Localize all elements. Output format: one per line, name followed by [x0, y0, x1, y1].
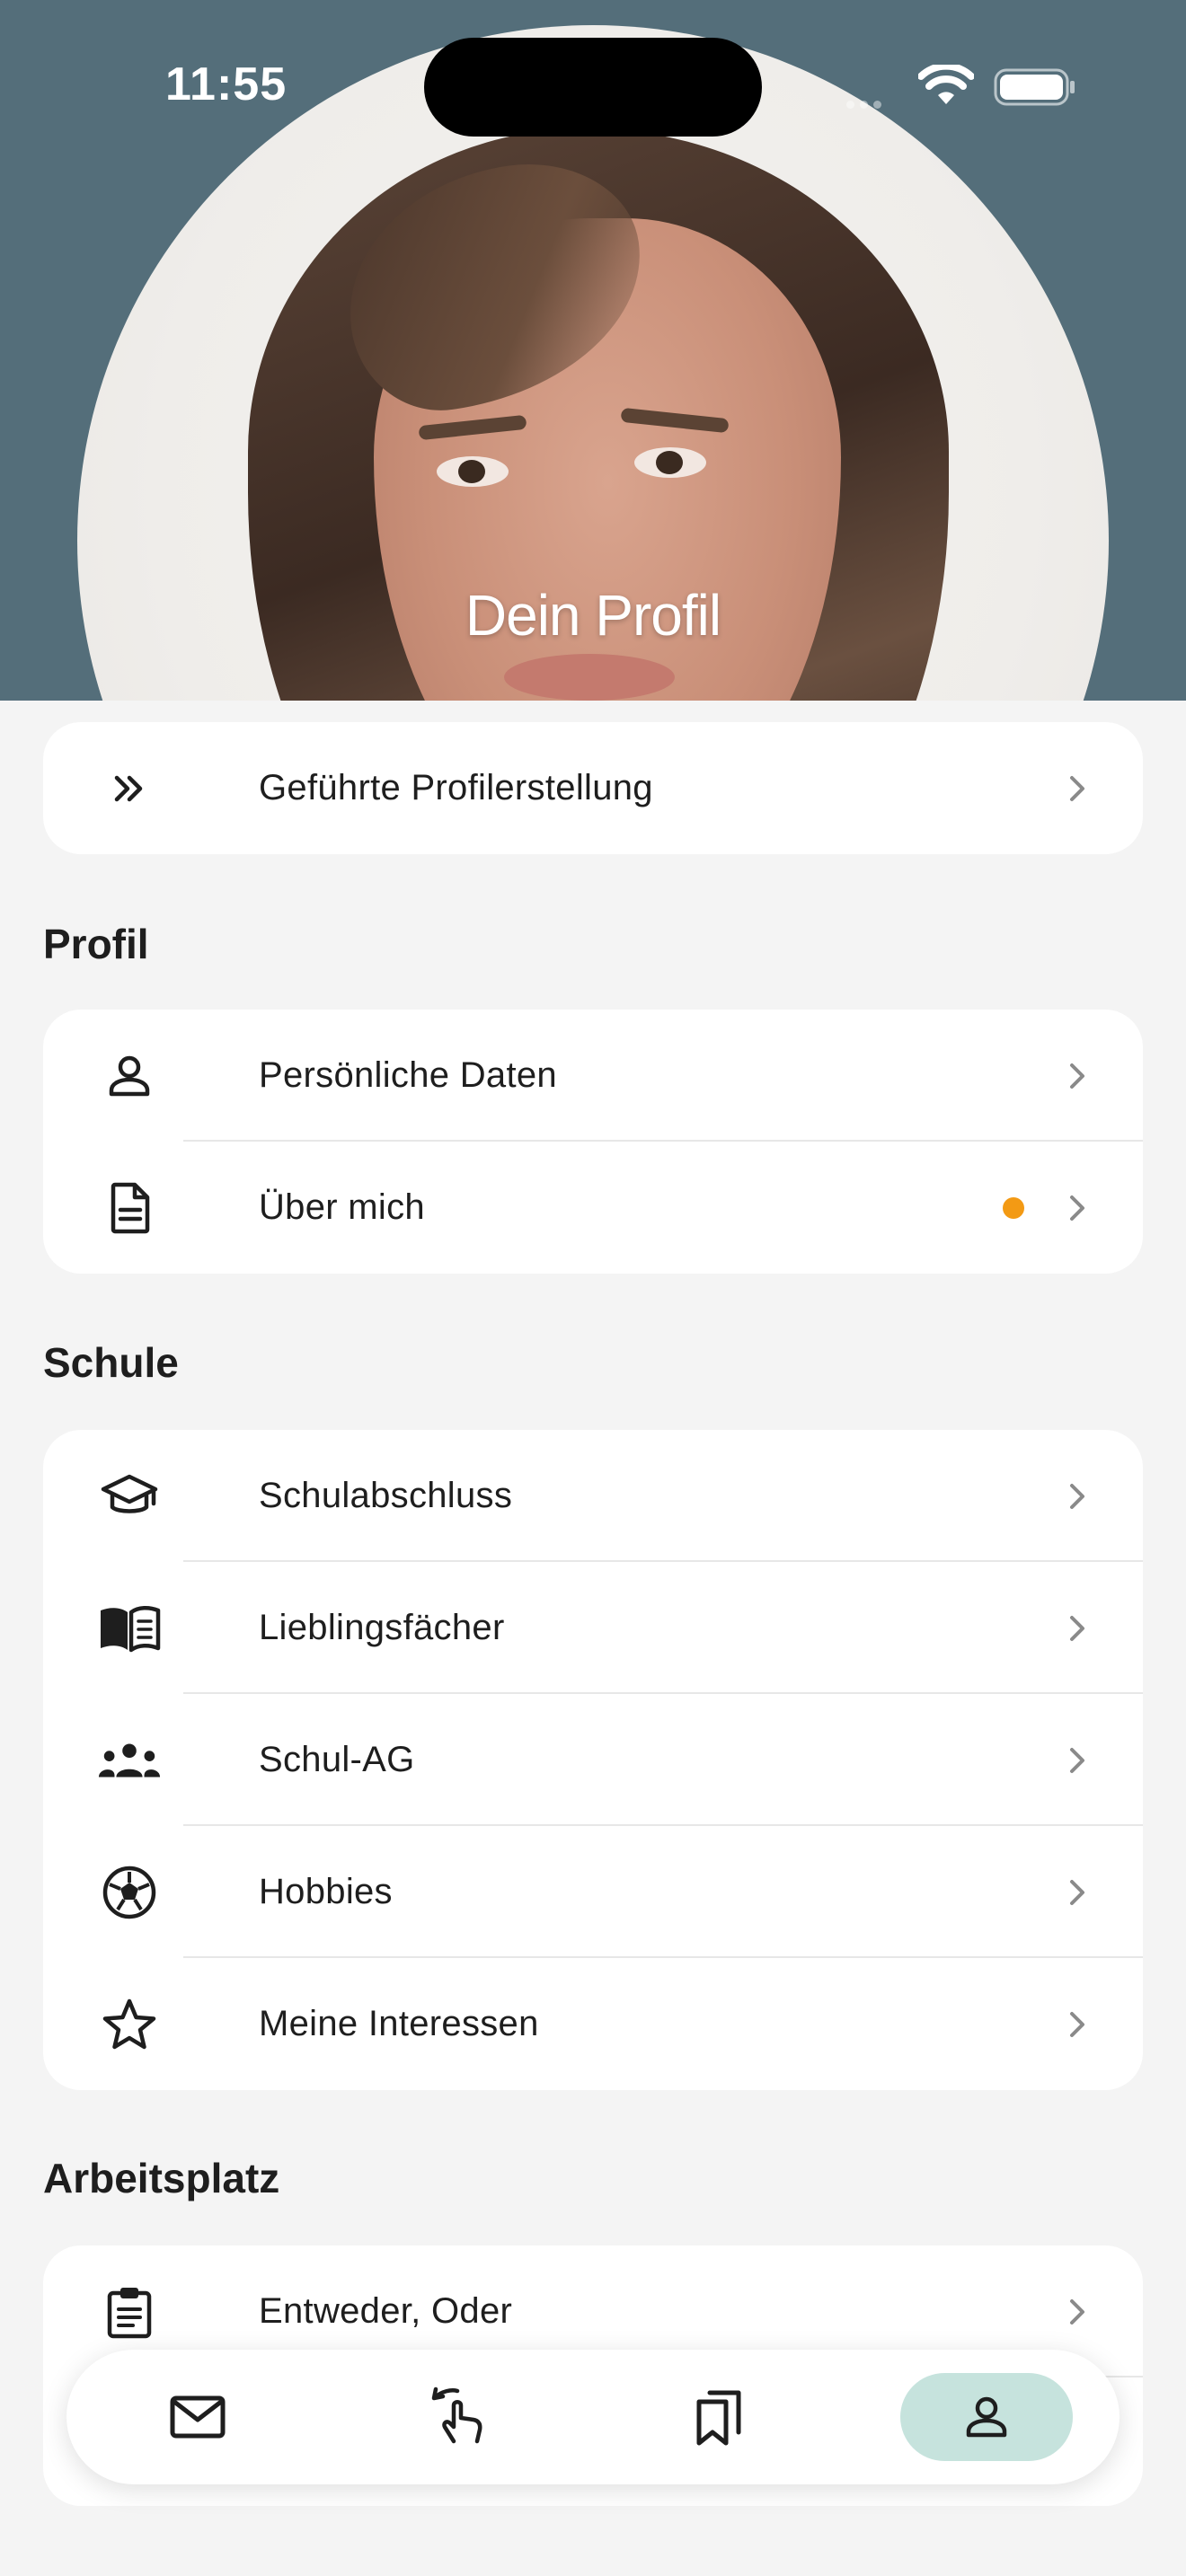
profile-icon [966, 2396, 1007, 2438]
wifi-icon [918, 65, 974, 104]
clipboard-icon [97, 2280, 162, 2344]
chevron-right-icon [1070, 775, 1084, 801]
star-icon [97, 1992, 162, 2057]
page-title: Dein Profil [465, 583, 721, 648]
list-item-label: Über mich [259, 1187, 425, 1227]
person-icon [97, 1044, 162, 1108]
battery-icon [994, 68, 1075, 106]
open-book-icon [97, 1596, 162, 1661]
chevron-right-icon [1070, 2298, 1084, 2325]
list-item-school-club[interactable]: Schul-AG [43, 1694, 1143, 1826]
status-time: 11:55 [165, 58, 288, 110]
mail-icon [170, 2395, 226, 2439]
chevron-right-icon [1070, 1879, 1084, 1905]
list-item-label: Schulabschluss [259, 1476, 513, 1515]
list-item-label: Lieblingsfächer [259, 1608, 505, 1647]
left-eye [437, 456, 509, 487]
bookmarks-icon [696, 2390, 741, 2446]
lips [504, 654, 675, 701]
list-item-interests[interactable]: Meine Interessen [43, 1958, 1143, 2090]
dynamic-island [424, 38, 762, 137]
section-title-profil: Profil [43, 921, 149, 967]
tab-bookmarks[interactable] [633, 2373, 805, 2461]
chevron-right-icon [1070, 1615, 1084, 1641]
double-chevron-right-icon [97, 756, 162, 821]
list-item-hobbies[interactable]: Hobbies [43, 1826, 1143, 1958]
list-item-favorite-subjects[interactable]: Lieblingsfächer [43, 1562, 1143, 1694]
status-badge [1003, 1196, 1024, 1219]
section-title-schule: Schule [43, 1339, 179, 1386]
right-eye [634, 447, 706, 478]
bottom-tab-bar [66, 2350, 1120, 2484]
swipe-hand-icon [431, 2386, 482, 2444]
list-item-label: Meine Interessen [259, 2004, 539, 2043]
guided-profile-label: Geführte Profilerstellung [259, 768, 653, 807]
list-item-label: Schul-AG [259, 1740, 415, 1779]
list-item-graduation[interactable]: Schulabschluss [43, 1430, 1143, 1562]
chevron-right-icon [1070, 1747, 1084, 1773]
chevron-right-icon [1070, 2011, 1084, 2037]
list-item-label: Entweder, Oder [259, 2291, 513, 2331]
profil-card: Persönliche Daten Über mich [43, 1010, 1143, 1274]
list-item-label: Hobbies [259, 1872, 393, 1911]
chevron-right-icon [1070, 1483, 1084, 1509]
group-icon [97, 1728, 162, 1793]
list-item-label: Persönliche Daten [259, 1055, 557, 1095]
profile-page: Dein Profil 11:55 Geführte Profilerstell… [0, 0, 1186, 2576]
tab-swipe[interactable] [372, 2373, 544, 2461]
section-title-arbeitsplatz: Arbeitsplatz [43, 2155, 280, 2201]
list-item-personal-data[interactable]: Persönliche Daten [43, 1010, 1143, 1142]
soccer-ball-icon [97, 1860, 162, 1925]
guided-profile-row[interactable]: Geführte Profilerstellung [43, 722, 1143, 854]
guided-card: Geführte Profilerstellung [43, 722, 1143, 854]
schule-card: Schulabschluss Lieblingsfächer Schul-AG … [43, 1430, 1143, 2090]
cellular-signal-icon [846, 97, 887, 113]
chevron-right-icon [1070, 1195, 1084, 1221]
graduation-cap-icon [97, 1464, 162, 1529]
tab-messages[interactable] [111, 2373, 284, 2461]
chevron-right-icon [1070, 1063, 1084, 1089]
tab-profile[interactable] [900, 2373, 1073, 2461]
list-item-about-me[interactable]: Über mich [43, 1142, 1143, 1274]
document-icon [97, 1176, 162, 1240]
